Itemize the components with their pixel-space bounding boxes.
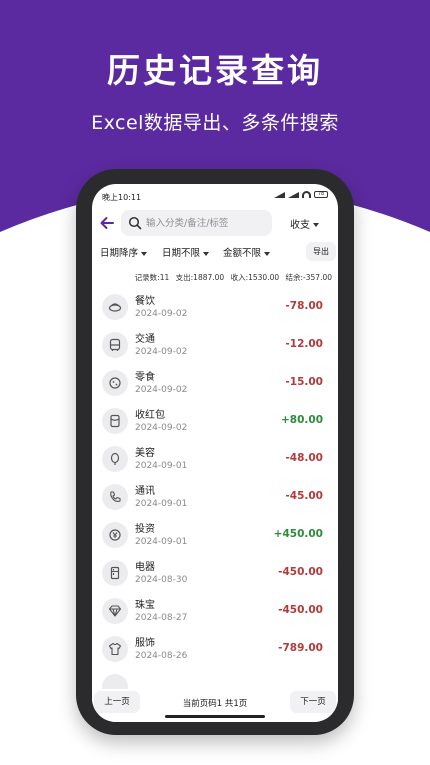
chevron-down-icon [203,251,210,256]
record-category: 通讯 [135,486,155,497]
record-amount: -48.00 [285,452,323,464]
record-category: 餐饮 [135,296,155,307]
record-date: 2024-08-27 [135,613,188,623]
back-arrow-icon[interactable] [98,214,116,232]
record-amount: -12.00 [285,338,323,350]
record-amount: -450.00 [278,604,323,616]
investment-icon [102,522,128,548]
record-category: 交通 [135,334,155,345]
summary-income: 收入:1530.00 [230,273,280,282]
record-list: 餐饮 2024-09-02 -78.00 交通 2024-09-02 -12.0… [92,288,338,694]
list-item[interactable]: 交通 2024-09-02 -12.00 [92,326,338,364]
snack-icon [102,370,128,396]
list-item[interactable]: 餐饮 2024-09-02 -78.00 [92,288,338,326]
record-amount: -45.00 [285,490,323,502]
summary-expense: 支出:1887.00 [175,273,225,282]
amount-filter-label: 金额不限 [223,248,262,259]
record-amount: -78.00 [285,300,323,312]
chevron-down-icon [264,251,271,256]
list-item[interactable]: 通讯 2024-09-01 -45.00 [92,478,338,516]
battery-icon: 78 [314,191,328,198]
record-date: 2024-09-01 [135,537,188,547]
record-category: 服饰 [135,638,155,649]
list-item[interactable]: 珠宝 2024-08-27 -450.00 [92,592,338,630]
next-page-button[interactable]: 下一页 [290,691,336,713]
sort-filter-label: 日期降序 [100,248,139,259]
jewelry-icon [102,598,128,624]
record-date: 2024-08-26 [135,651,188,661]
search-row: 收支 [92,207,338,239]
record-category: 收红包 [135,410,165,421]
record-date: 2024-09-02 [135,385,188,395]
record-amount: -15.00 [285,376,323,388]
red-packet-icon [102,408,128,434]
record-category: 零食 [135,372,155,383]
record-date: 2024-08-30 [135,575,188,585]
status-icons: 78 [274,191,328,198]
date-filter[interactable]: 日期不限 [162,245,210,259]
list-item[interactable]: 美容 2024-09-01 -48.00 [92,440,338,478]
wifi-icon [302,191,311,198]
record-category: 美容 [135,448,155,459]
summary-balance: 结余:-357.00 [285,273,332,282]
status-time: 晚上10:11 [102,193,142,202]
food-icon [102,294,128,320]
record-date: 2024-09-02 [135,423,188,433]
list-item[interactable]: 收红包 2024-09-02 +80.00 [92,402,338,440]
filter-row: 日期降序 日期不限 金额不限 导出 [92,242,338,262]
record-amount: +450.00 [273,528,323,540]
amount-filter[interactable]: 金额不限 [223,245,271,259]
phone-frame: 晚上10:11 78 收支 [76,169,354,735]
record-amount: -450.00 [278,566,323,578]
record-amount: -789.00 [278,642,323,654]
search-input[interactable] [146,215,268,231]
type-select[interactable]: 收支 [290,216,319,231]
record-category: 投资 [135,524,155,535]
hero-title: 历史记录查询 [107,51,323,90]
export-button[interactable]: 导出 [306,242,336,261]
list-item[interactable]: 投资 2024-09-01 +450.00 [92,516,338,554]
clothing-icon [102,636,128,662]
record-date: 2024-09-01 [135,499,188,509]
summary-bar: 记录数:11 支出:1887.00 收入:1530.00 结余:-357.00 [131,272,332,283]
record-date: 2024-09-01 [135,461,188,471]
status-bar: 晚上10:11 78 [92,184,338,206]
phone-icon [102,484,128,510]
record-category: 电器 [135,562,155,573]
list-item[interactable]: 零食 2024-09-02 -15.00 [92,364,338,402]
list-item[interactable]: 电器 2024-08-30 -450.00 [92,554,338,592]
hero-subtitle: Excel数据导出、多条件搜索 [91,112,339,134]
list-item[interactable]: 服饰 2024-08-26 -789.00 [92,630,338,668]
appliance-icon [102,560,128,586]
type-select-label: 收支 [290,220,310,231]
home-indicator [165,715,265,718]
sort-filter[interactable]: 日期降序 [100,245,148,259]
search-icon [128,216,142,230]
record-amount: +80.00 [280,414,323,426]
signal-icon [274,191,285,198]
record-category: 珠宝 [135,600,155,611]
summary-count: 记录数:11 [134,273,170,282]
chevron-down-icon [313,223,319,227]
date-filter-label: 日期不限 [162,248,201,259]
search-box[interactable] [121,210,272,236]
signal-icon-2 [288,191,299,198]
phone-screen: 晚上10:11 78 收支 [92,184,338,722]
record-date: 2024-09-02 [135,347,188,357]
chevron-down-icon [141,251,148,256]
record-date: 2024-09-02 [135,309,188,319]
beauty-icon [102,446,128,472]
bus-icon [102,332,128,358]
